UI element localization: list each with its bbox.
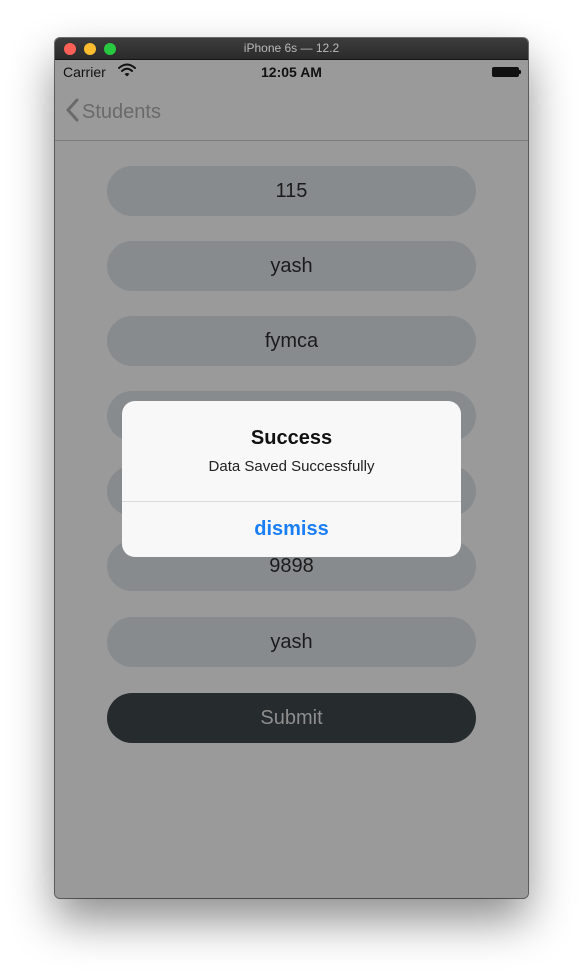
navigation-bar: Students [55,82,528,141]
roll-number-field[interactable]: 115 [107,166,476,216]
status-bar: Carrier 12:05 AM [55,60,528,82]
course-field[interactable]: fymca [107,316,476,366]
text-field-7[interactable]: yash [107,617,476,667]
dismiss-button[interactable]: dismiss [122,502,461,557]
name-field[interactable]: yash [107,241,476,291]
simulator-window: iPhone 6s — 12.2 Carrier 12:05 AM Studen… [55,38,528,898]
success-alert: Success Data Saved Successfully dismiss [122,401,461,557]
window-title: iPhone 6s — 12.2 [243,41,340,55]
battery-tip-icon [519,70,521,74]
window-titlebar: iPhone 6s — 12.2 [55,38,528,60]
alert-title: Success [250,427,333,449]
device-screen: Carrier 12:05 AM Students 115 yash fymca… [55,60,528,898]
chevron-left-icon [65,98,79,127]
status-time: 12:05 AM [261,64,322,80]
back-button-label: Students [82,100,161,123]
submit-button[interactable]: Submit [107,693,476,743]
battery-icon [492,67,519,77]
back-button[interactable]: Students [65,98,161,126]
alert-message: Data Saved Successfully [208,458,375,475]
